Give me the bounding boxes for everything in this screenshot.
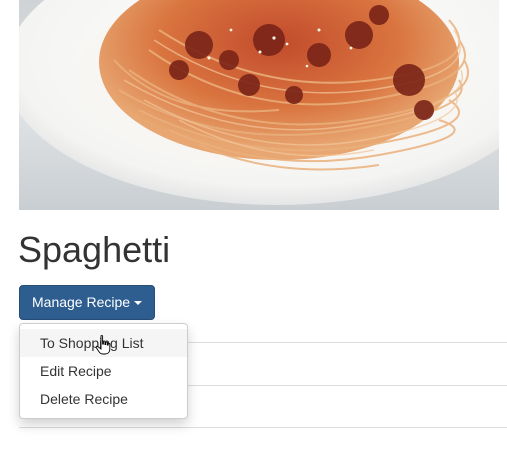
caret-down-icon xyxy=(134,301,143,306)
menu-item-edit-recipe[interactable]: Edit Recipe xyxy=(20,357,187,385)
manage-recipe-label: Manage Recipe xyxy=(32,294,131,310)
recipe-image xyxy=(19,0,499,210)
menu-item-to-shopping-list[interactable]: To Shopping List xyxy=(20,329,187,357)
recipe-page: Spaghetti Manage Recipe To Shopping List… xyxy=(0,0,507,459)
menu-item-delete-recipe[interactable]: Delete Recipe xyxy=(20,385,187,413)
spaghetti-plate-icon xyxy=(19,0,499,205)
manage-recipe-button[interactable]: Manage Recipe xyxy=(19,285,156,320)
recipe-title: Spaghetti xyxy=(18,229,171,270)
manage-recipe-dropdown: To Shopping List Edit Recipe Delete Reci… xyxy=(19,323,188,419)
